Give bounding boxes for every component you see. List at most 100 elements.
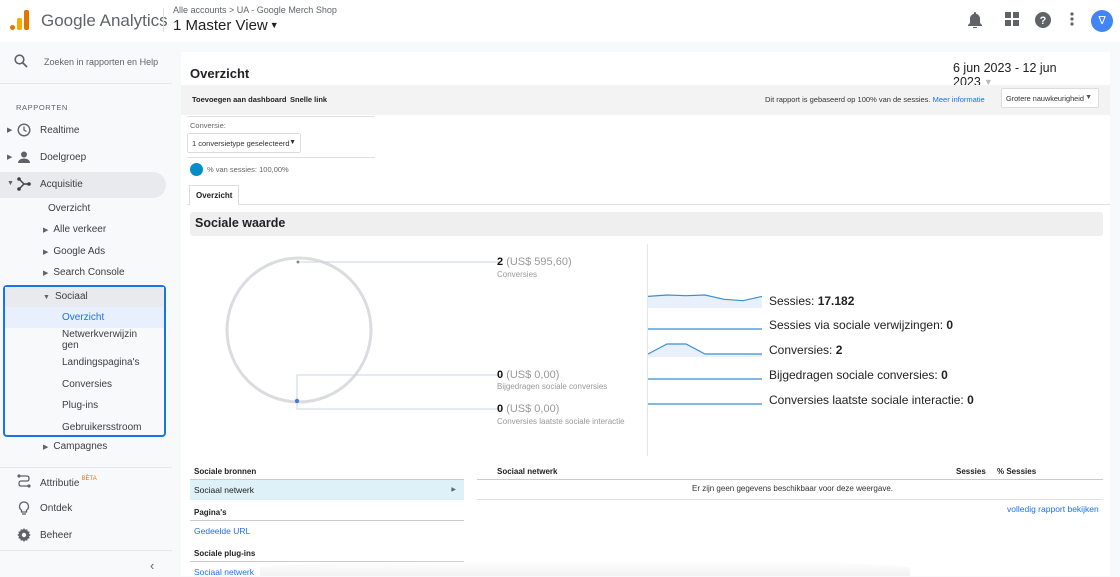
social-marker [294,398,300,404]
apps-grid-icon[interactable] [1003,12,1021,30]
sidebar: Zoeken in rapporten en Help RAPPORTEN ▶ … [0,42,172,576]
segment-dot-icon [190,163,203,176]
sidebar-item-label: Doelgroep [40,152,87,163]
account-avatar[interactable]: ∇ [1091,10,1113,32]
clock-icon [16,123,31,138]
sidebar-item-label: Realtime [40,125,80,136]
tab-overzicht[interactable]: Overzicht [189,185,239,205]
sparkline-area [648,295,762,308]
sparkline-area [648,344,762,357]
caret-down-icon: ▼ [289,139,296,146]
social-value-assisted: 0 (US$ 0,00) [497,369,560,381]
person-icon [16,150,31,165]
svg-text:?: ? [1040,15,1047,27]
sparkline [648,403,762,405]
caret-right-icon: ▶ [7,127,13,134]
sparkline [648,294,762,308]
sociaal-group: ▼ Sociaal Overzicht Netwerkverwijzin gen … [3,285,166,437]
column-header-sessions[interactable]: Sessies [956,467,986,476]
sidebar-acq-alle-verkeer[interactable]: ▶ Alle verkeer [43,224,106,235]
full-report-link[interactable]: volledig rapport bekijken [1007,504,1099,514]
metric-summary: Sessies: 17.182 [769,294,855,308]
social-value-label: Conversies [497,270,538,279]
sidebar-sociaal-gebruikersstroom[interactable]: Gebruikersstroom [62,422,141,433]
collapse-sidebar-icon[interactable]: ‹ [150,558,154,573]
sidebar-acq-campagnes[interactable]: ▶ Campagnes [43,441,107,452]
sidebar-sociaal-overzicht[interactable]: Overzicht [62,312,104,323]
conversion-select[interactable]: 1 conversietype geselecteerd ▼ [187,133,301,153]
analytics-logo-icon[interactable] [10,10,30,30]
divider [163,8,164,32]
date-range-picker[interactable]: 6 jun 2023 - 12 jun 2023 ▼ [949,58,1103,89]
source-row-social-network[interactable]: Sociaal netwerk ▶ [190,480,464,500]
report-panel: Overzicht 6 jun 2023 - 12 jun 2023 ▼ Toev… [181,52,1110,577]
metric-summary: Sessies via sociale verwijzingen: 0 [769,318,954,332]
divider [190,520,464,521]
sidebar-item-attributie[interactable]: Attributie BÈTA [0,469,166,495]
plugins-heading: Sociale plug-ins [194,549,256,558]
gear-icon [16,528,31,543]
page-title: Overzicht [190,66,250,81]
caret-right-icon: ▶ [43,227,49,234]
more-info-link[interactable]: Meer informatie [933,95,985,104]
sparkline [648,378,762,380]
caret-right-icon: ▶ [7,154,13,161]
sidebar-acq-sociaal[interactable]: ▼ Sociaal [5,287,164,307]
search-icon [14,54,28,71]
search-box[interactable]: Zoeken in rapporten en Help [0,42,172,84]
sidebar-acq-search-console[interactable]: ▶ Search Console [43,267,125,278]
more-vert-icon[interactable] [1063,12,1081,30]
caret-down-icon: ▼ [43,294,50,301]
sidebar-acq-overzicht[interactable]: Overzicht [48,203,90,214]
shared-url-link[interactable]: Gedeelde URL [194,526,250,536]
connector-line [296,400,501,410]
sidebar-sociaal-landingspaginas[interactable]: Landingspagina's [62,357,140,368]
sparkline [648,343,762,357]
brand-name[interactable]: Google Analytics [41,11,168,31]
reports-section-label: RAPPORTEN [16,103,68,112]
sidebar-item-label: Beheer [40,530,73,541]
add-to-dashboard-button[interactable]: Toevoegen aan dashboard [192,95,286,104]
conversions-ring [225,256,373,404]
column-header-social-network[interactable]: Sociaal netwerk [497,467,557,476]
view-selector[interactable]: 1 Master View ▼ [173,17,279,34]
pages-heading: Pagina's [194,508,227,517]
social-value-diagram [225,256,501,410]
divider [0,550,172,551]
sidebar-sociaal-conversies[interactable]: Conversies [62,379,112,390]
breadcrumb[interactable]: Alle accounts > UA - Google Merch Shop [173,5,337,15]
bell-icon[interactable] [966,12,984,30]
caret-down-icon: ▼ [7,180,14,187]
quick-link-button[interactable]: Snelle link [290,95,327,104]
metric-summary: Conversies: 2 [769,343,843,357]
precision-select[interactable]: Grotere nauwkeurigheid ▼ [1001,88,1099,108]
divider [0,467,172,468]
sidebar-item-doelgroep[interactable]: ▶ Doelgroep [0,145,166,171]
sociaal-label: Sociaal [54,291,88,302]
help-icon[interactable]: ? [1034,12,1052,30]
caret-down-icon: ▼ [1085,94,1092,101]
column-header-pct-sessions[interactable]: % Sessies [997,467,1036,476]
metric-summary: Conversies laatste sociale interactie: 0 [769,393,974,407]
sidebar-sociaal-plug-ins[interactable]: Plug-ins [62,400,98,411]
empty-table-message: Er zijn geen gegevens beschikbaar voor d… [691,484,893,493]
sidebar-item-label: Ontdek [40,503,73,514]
scroll-shadow [260,560,910,576]
sidebar-item-realtime[interactable]: ▶ Realtime [0,118,166,144]
sidebar-acq-google-ads[interactable]: ▶ Google Ads [43,246,105,257]
sidebar-item-beheer[interactable]: Beheer [0,523,166,549]
report-toolbar: Toevoegen aan dashboard Snelle link Dit … [181,85,1110,115]
search-input[interactable]: Zoeken in rapporten en Help [44,57,158,67]
sparkline [648,328,762,330]
caret-down-icon: ▼ [269,20,279,30]
social-value-label: Bijgedragen sociale conversies [497,382,608,391]
segment-chip[interactable]: % van sessies: 100,00% [190,163,289,176]
sources-heading: Sociale bronnen [194,467,257,476]
acquisition-icon [16,177,31,192]
sidebar-item-acquisitie[interactable]: ▼ Acquisitie [0,172,166,198]
divider [187,116,375,117]
sidebar-item-ontdek[interactable]: Ontdek [0,496,166,522]
divider [477,499,1103,500]
sidebar-sociaal-netwerkverwijzingen[interactable]: Netwerkverwijzin gen [62,329,152,351]
caret-right-icon: ▶ [43,249,49,256]
